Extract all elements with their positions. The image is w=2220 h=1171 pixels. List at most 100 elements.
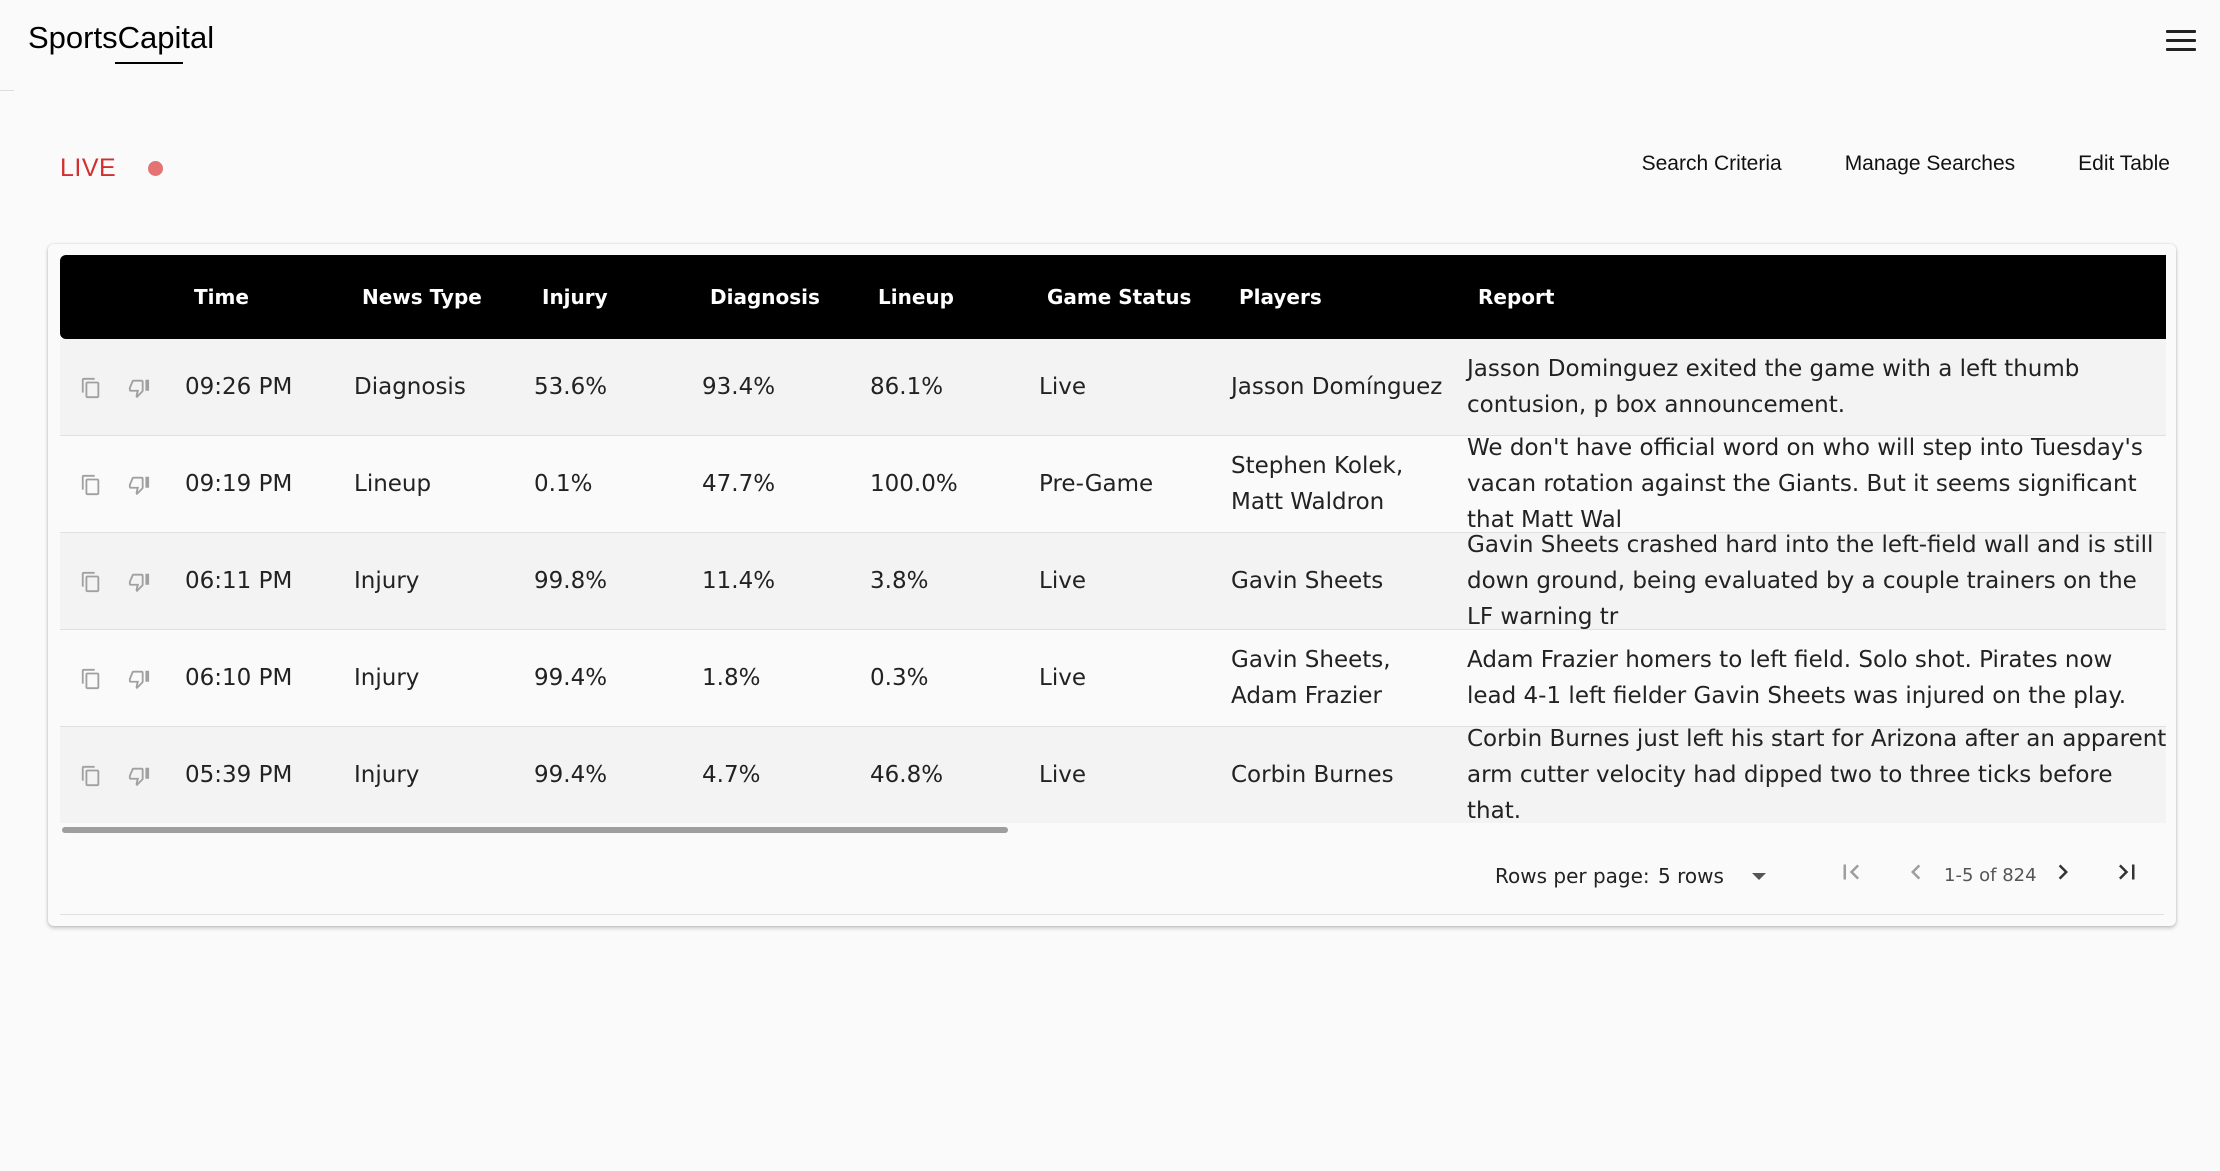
toolbar-actions: Search Criteria Manage Searches Edit Tab… (1642, 152, 2170, 176)
cell-diagnosis: 1.8% (702, 630, 852, 726)
cell-game-status-text: Live (1039, 568, 1086, 594)
cell-diagnosis-text: 1.8% (702, 665, 761, 691)
edit-table-button[interactable]: Edit Table (2078, 152, 2170, 176)
rows-per-page-select[interactable]: 5 rows (1658, 864, 1766, 888)
cell-injury-text: 0.1% (534, 471, 593, 497)
cell-injury-text: 53.6% (534, 374, 608, 400)
cell-time: 06:10 PM (185, 630, 335, 726)
cell-time: 09:19 PM (185, 436, 335, 532)
last-page-icon[interactable] (2112, 857, 2142, 887)
column-header-lineup[interactable]: Lineup (878, 255, 954, 339)
cell-players-text: Jasson Domínguez (1231, 374, 1443, 400)
column-header-report[interactable]: Report (1478, 255, 1554, 339)
page-range: 1-5 of 824 (1944, 865, 2037, 886)
cell-news-type-text: Injury (354, 762, 420, 788)
thumbs-down-icon[interactable] (128, 571, 150, 593)
cell-time-text: 06:11 PM (185, 568, 293, 594)
column-header-diagnosis[interactable]: Diagnosis (710, 255, 820, 339)
cell-lineup-text: 46.8% (870, 762, 944, 788)
cell-game-status-text: Pre-Game (1039, 471, 1154, 497)
cell-players-text: Corbin Burnes (1231, 762, 1394, 788)
cell-players: Gavin Sheets (1231, 533, 1456, 629)
copy-icon[interactable] (80, 377, 102, 399)
live-dot-icon (148, 161, 164, 176)
cell-diagnosis-text: 11.4% (702, 568, 776, 594)
cell-players-text: Stephen Kolek, Matt Waldron (1231, 453, 1404, 515)
thumbs-down-icon[interactable] (128, 377, 150, 399)
cell-time: 09:26 PM (185, 339, 335, 435)
first-page-icon[interactable] (1836, 857, 1866, 887)
cell-lineup-text: 86.1% (870, 374, 944, 400)
cell-lineup: 46.8% (870, 727, 1020, 823)
chevron-down-icon (1751, 872, 1766, 880)
table-row[interactable]: 09:19 PM Lineup 0.1% 47.7% 100.0% Pre-Game Ste… (60, 435, 2166, 533)
table-header: Time News Type Injury Diagnosis Lineup G… (60, 255, 2166, 339)
cell-news-type: Diagnosis (354, 339, 514, 435)
cell-news-type-text: Injury (354, 568, 420, 594)
cell-report: Jasson Dominguez exited the game with a … (1467, 339, 2166, 435)
table-row[interactable]: 06:11 PM Injury 99.8% 11.4% 3.8% Live Gavin Sh… (60, 532, 2166, 630)
next-page-icon[interactable] (2048, 857, 2078, 887)
cell-time-text: 06:10 PM (185, 665, 293, 691)
table-row[interactable]: 06:10 PM Injury 99.4% 1.8% 0.3% Live Gavin She… (60, 630, 2166, 727)
cell-report: We don't have official word on who will … (1467, 435, 2166, 533)
horizontal-scrollbar[interactable] (62, 827, 1008, 833)
logo-underline (115, 62, 183, 64)
search-criteria-button[interactable]: Search Criteria (1642, 152, 1782, 176)
cell-news-type-text: Lineup (354, 471, 432, 497)
copy-icon[interactable] (80, 668, 102, 690)
thumbs-down-icon[interactable] (128, 668, 150, 690)
copy-icon[interactable] (80, 474, 102, 496)
cell-news-type: Injury (354, 533, 514, 629)
cell-diagnosis-text: 93.4% (702, 374, 776, 400)
cell-injury: 0.1% (534, 436, 684, 532)
cell-game-status: Live (1039, 533, 1219, 629)
rows-per-page-label: Rows per page: (1495, 864, 1650, 888)
column-header-game-status[interactable]: Game Status (1047, 255, 1191, 339)
column-header-players[interactable]: Players (1239, 255, 1322, 339)
table-row[interactable]: 09:26 PM Diagnosis 53.6% 93.4% 86.1% Live Jass… (60, 339, 2166, 436)
table-row[interactable]: 05:39 PM Injury 99.4% 4.7% 46.8% Live Corbin B… (60, 726, 2166, 823)
cell-report: Gavin Sheets crashed hard into the left-… (1467, 532, 2166, 630)
divider (0, 90, 14, 91)
thumbs-down-icon[interactable] (128, 765, 150, 787)
cell-report-text: Corbin Burnes just left his start for Ar… (1467, 726, 2166, 823)
cell-injury-text: 99.4% (534, 665, 608, 691)
cell-game-status: Live (1039, 630, 1219, 726)
cell-injury: 99.4% (534, 630, 684, 726)
cell-players: Jasson Domínguez (1231, 339, 1456, 435)
live-indicator: LIVE (60, 154, 164, 183)
column-header-news-type[interactable]: News Type (362, 255, 482, 339)
cell-diagnosis: 47.7% (702, 436, 852, 532)
app-logo[interactable]: SportsCapital (28, 20, 214, 56)
cell-lineup-text: 100.0% (870, 471, 958, 497)
cell-time-text: 09:26 PM (185, 374, 293, 400)
cell-injury: 99.4% (534, 727, 684, 823)
rows-per-page-value: 5 rows (1658, 864, 1724, 888)
cell-news-type: Injury (354, 727, 514, 823)
thumbs-down-icon[interactable] (128, 474, 150, 496)
cell-lineup-text: 3.8% (870, 568, 929, 594)
cell-report-text: Gavin Sheets crashed hard into the left-… (1467, 532, 2154, 630)
cell-time-text: 05:39 PM (185, 762, 293, 788)
prev-page-icon[interactable] (1901, 857, 1931, 887)
manage-searches-button[interactable]: Manage Searches (1845, 152, 2015, 176)
cell-players: Stephen Kolek, Matt Waldron (1231, 436, 1456, 532)
cell-diagnosis: 11.4% (702, 533, 852, 629)
cell-report-text: We don't have official word on who will … (1467, 435, 2143, 533)
hamburger-menu-icon[interactable] (2166, 30, 2196, 58)
copy-icon[interactable] (80, 765, 102, 787)
copy-icon[interactable] (80, 571, 102, 593)
table-scroll-area[interactable]: Time News Type Injury Diagnosis Lineup G… (60, 255, 2166, 823)
cell-report-text: Jasson Dominguez exited the game with a … (1467, 356, 2080, 418)
cell-diagnosis-text: 4.7% (702, 762, 761, 788)
cell-players-text: Gavin Sheets (1231, 568, 1384, 594)
cell-injury-text: 99.4% (534, 762, 608, 788)
cell-time: 05:39 PM (185, 727, 335, 823)
column-header-time[interactable]: Time (194, 255, 249, 339)
column-header-injury[interactable]: Injury (542, 255, 608, 339)
cell-players-text: Gavin Sheets, Adam Frazier (1231, 647, 1391, 709)
cell-report: Adam Frazier homers to left field. Solo … (1467, 630, 2166, 726)
cell-lineup: 100.0% (870, 436, 1020, 532)
cell-players: Gavin Sheets, Adam Frazier (1231, 630, 1456, 726)
